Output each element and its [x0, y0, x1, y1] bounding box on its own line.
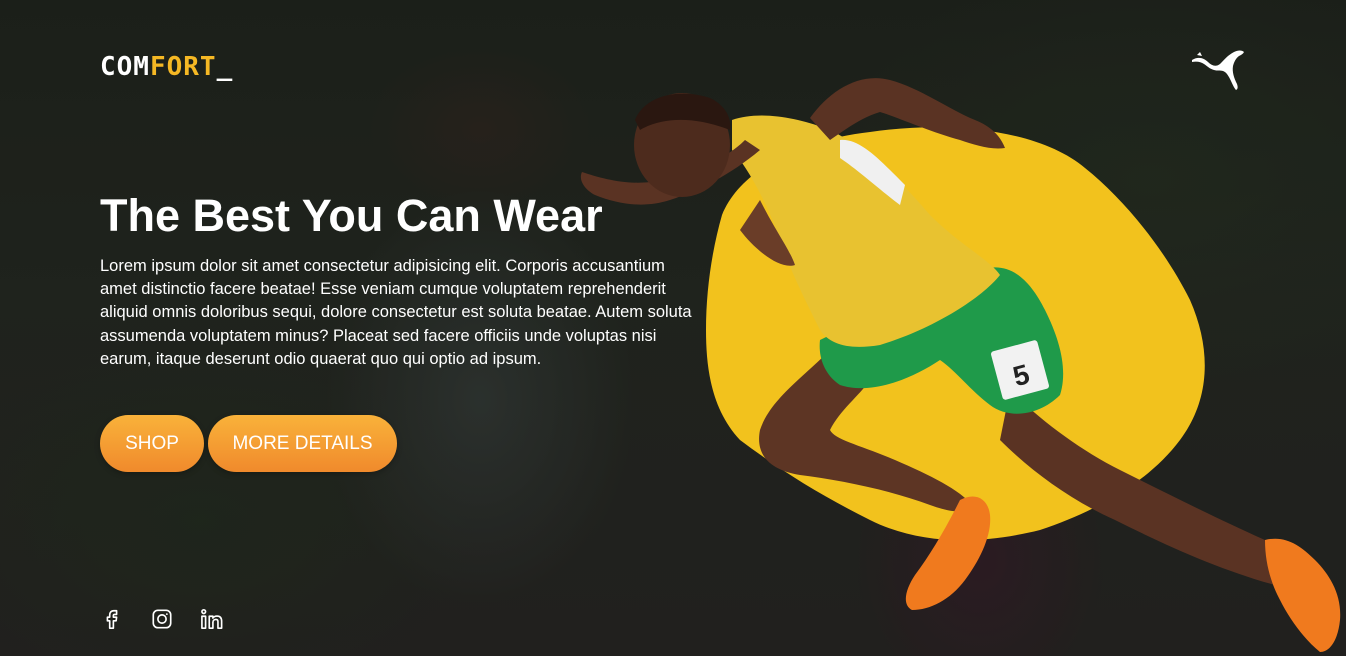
instagram-icon[interactable]	[150, 607, 174, 631]
linkedin-icon[interactable]	[200, 607, 224, 631]
social-links	[100, 607, 224, 631]
more-details-button[interactable]: MORE DETAILS	[208, 415, 397, 472]
facebook-icon[interactable]	[100, 607, 124, 631]
hero-title: The Best You Can Wear	[100, 190, 603, 241]
hero-description: Lorem ipsum dolor sit amet consectetur a…	[100, 257, 692, 368]
shop-button[interactable]: SHOP	[100, 415, 204, 472]
